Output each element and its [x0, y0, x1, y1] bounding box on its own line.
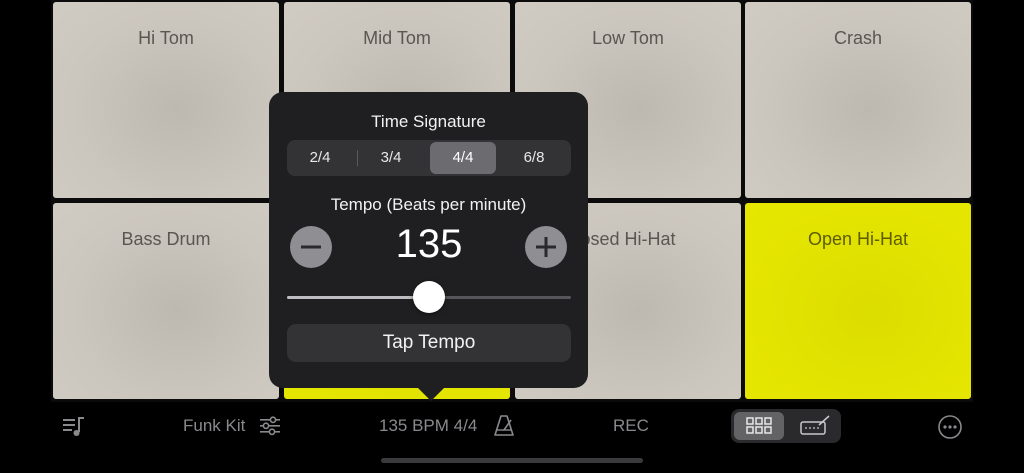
kit-settings-button[interactable]: [258, 414, 282, 443]
popover-arrow: [417, 387, 445, 401]
pad-label: Open Hi-Hat: [807, 229, 909, 249]
bottom-toolbar: Funk Kit 135 BPM 4/4 REC: [0, 402, 1024, 452]
library-button[interactable]: [62, 414, 86, 443]
plus-icon: [536, 237, 556, 257]
pad-open-hi-hat[interactable]: Open Hi-Hat: [745, 203, 971, 399]
pad-label: Hi Tom: [138, 28, 194, 48]
pad-label: osed Hi-Hat: [580, 229, 676, 249]
tempo-title: Tempo (Beats per minute): [330, 195, 527, 214]
minus-icon: [301, 245, 321, 249]
time-signature-option-2-4[interactable]: 2/4: [287, 142, 353, 174]
tempo-decrement-button[interactable]: [290, 226, 332, 268]
home-indicator: [381, 458, 643, 463]
time-signature-option-3-4[interactable]: 3/4: [358, 142, 424, 174]
library-icon: [63, 417, 84, 436]
pad-crash[interactable]: Crash: [745, 2, 971, 198]
kit-name[interactable]: Funk Kit: [183, 416, 245, 436]
editor-icon: [800, 415, 830, 435]
tempo-increment-button[interactable]: [525, 226, 567, 268]
tempo-slider-thumb[interactable]: [413, 281, 445, 313]
record-button[interactable]: REC: [613, 416, 649, 436]
editor-view-button[interactable]: [791, 412, 839, 440]
grid-icon: [746, 417, 772, 434]
tempo-popover: Time Signature 2/4 3/4 4/4 6/8 Tempo (Be…: [269, 92, 588, 388]
pad-label: Mid Tom: [363, 28, 431, 48]
tempo-readout-button[interactable]: 135 BPM 4/4: [379, 416, 477, 436]
time-signature-segmented-control: 2/4 3/4 4/4 6/8: [287, 140, 571, 176]
tempo-slider-fill: [287, 296, 429, 299]
metronome-button[interactable]: [492, 414, 516, 443]
pad-label: Crash: [833, 28, 882, 48]
time-signature-title: Time Signature: [371, 112, 486, 131]
time-signature-option-6-8[interactable]: 6/8: [501, 142, 567, 174]
sliders-icon: [260, 416, 280, 436]
grid-view-button[interactable]: [734, 412, 784, 440]
time-signature-option-4-4[interactable]: 4/4: [430, 142, 496, 174]
more-icon: [938, 415, 962, 439]
pad-bass-drum[interactable]: Bass Drum: [53, 203, 279, 399]
metronome-icon: [494, 415, 514, 436]
more-button[interactable]: [937, 414, 963, 445]
view-mode-toggle: [731, 409, 841, 443]
pad-label: Low Tom: [592, 28, 664, 48]
tempo-value: 135: [395, 222, 463, 266]
tap-tempo-button[interactable]: Tap Tempo: [287, 324, 571, 362]
pad-hi-tom[interactable]: Hi Tom: [53, 2, 279, 198]
pad-label: Bass Drum: [121, 229, 211, 249]
